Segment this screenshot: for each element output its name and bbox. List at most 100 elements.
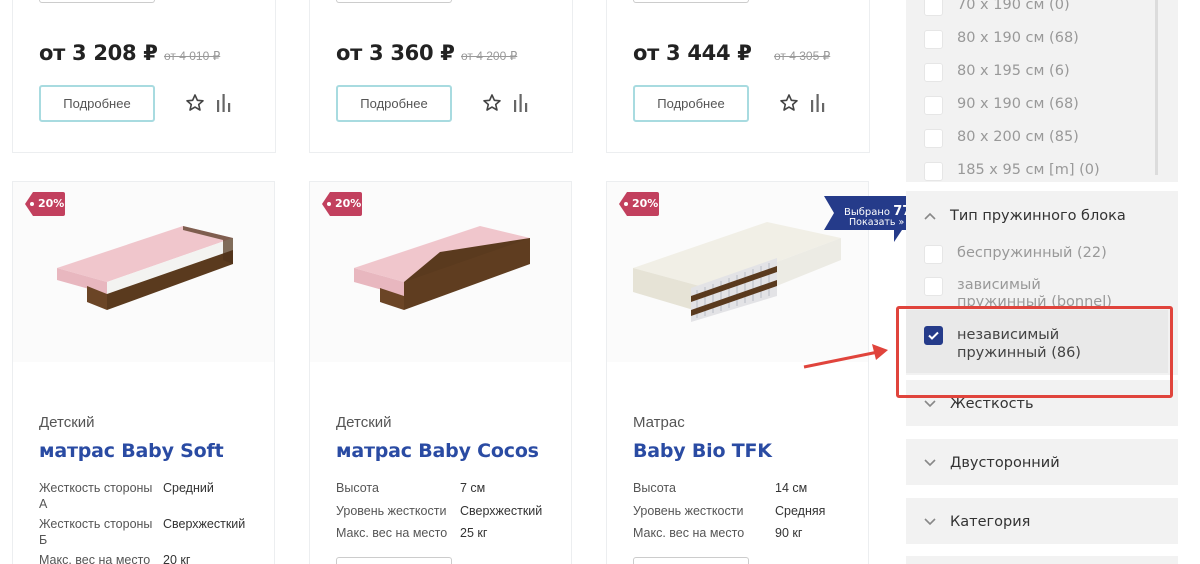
compare-icon[interactable]	[809, 93, 827, 113]
mattress-image	[57, 226, 233, 310]
filter-title: Двусторонний	[950, 455, 1060, 471]
spec-value: 25 кг	[460, 526, 488, 540]
filter-option-label: 185 x 95 см [m] (0)	[957, 162, 1100, 178]
button-stub	[39, 0, 155, 3]
product-title[interactable]: матрас Baby Soft	[39, 440, 224, 462]
price: от 3 444 ₽	[633, 41, 752, 65]
button-stub	[336, 0, 452, 3]
filter-header[interactable]: Жесткость	[924, 396, 1034, 412]
spec-key: Макс. вес на место	[633, 526, 745, 540]
filter-header[interactable]: Категория	[924, 514, 1030, 530]
old-price: от 4 200 ₽	[461, 49, 518, 63]
checkbox[interactable]	[924, 30, 943, 49]
filter-header[interactable]: Тип пружинного блока	[924, 208, 1126, 224]
size-filter-panel: 70 x 190 см (0) 80 x 190 см (68) 80 x 19…	[906, 0, 1178, 182]
product-category: Матрас	[633, 414, 685, 431]
mattress-image	[633, 222, 841, 322]
discount-badge: 20%	[619, 192, 659, 216]
button-stub	[633, 557, 749, 564]
filter-option-label: 80 x 200 см (85)	[957, 129, 1079, 145]
discount-badge: 20%	[322, 192, 362, 216]
product-card: от 3 208 ₽ от 4 010 ₽ Подробнее	[12, 0, 276, 153]
details-button[interactable]: Подробнее	[336, 85, 452, 122]
filter-panel-collapsed[interactable]: Двусторонний	[906, 439, 1178, 485]
price: от 3 208 ₽	[39, 41, 158, 65]
spec-value: Средний	[163, 481, 214, 495]
spec-value: 90 кг	[775, 526, 803, 540]
product-category: Детский	[39, 414, 95, 431]
filter-option[interactable]: 185 x 95 см [m] (0)	[924, 162, 1100, 181]
filter-title: Жесткость	[950, 396, 1034, 412]
filter-title: Категория	[950, 514, 1031, 530]
compare-icon[interactable]	[215, 93, 233, 113]
spec-key: Жесткость стороны А	[39, 481, 153, 511]
discount-label: 20%	[38, 197, 65, 210]
mattress-image	[354, 226, 530, 310]
filter-header[interactable]: Двусторонний	[924, 455, 1060, 471]
highlight-frame	[896, 306, 1173, 398]
show-results-ribbon[interactable]: Выбрано 77 Показать »	[824, 196, 918, 242]
button-stub	[336, 557, 452, 564]
spec-key: Высота	[633, 481, 676, 495]
show-results-link[interactable]: Показать »	[849, 217, 904, 228]
filter-option-label: беспружинный (22)	[957, 245, 1107, 261]
price: от 3 360 ₽	[336, 41, 455, 65]
spec-value: 14 см	[775, 481, 808, 495]
spec-key: Высота	[336, 481, 379, 495]
filter-option-label: 70 x 190 см (0)	[957, 0, 1070, 13]
chevron-down-icon	[924, 459, 936, 467]
filter-option[interactable]: 80 x 200 см (85)	[924, 129, 1079, 148]
compare-icon[interactable]	[512, 93, 530, 113]
checkbox[interactable]	[924, 277, 943, 296]
star-icon[interactable]	[185, 93, 205, 113]
spec-value: Сверхжесткий	[460, 503, 543, 518]
filter-option-label: 80 x 190 см (68)	[957, 30, 1079, 46]
checkbox[interactable]	[924, 162, 943, 181]
filter-title: Тип пружинного блока	[950, 208, 1126, 224]
spec-value: 7 см	[460, 481, 486, 495]
product-card[interactable]: 20% Детский матрас Baby Cocos Высота 7 с…	[309, 181, 572, 564]
catalog-page: от 3 208 ₽ от 4 010 ₽ Подробнее от 3 360…	[0, 0, 1200, 564]
arrow-annotation	[803, 344, 888, 369]
chevron-down-icon	[924, 518, 936, 526]
old-price: от 4 305 ₽	[774, 49, 831, 63]
star-icon[interactable]	[482, 93, 502, 113]
spec-key: Жесткость стороны Б	[39, 517, 153, 547]
button-stub	[633, 0, 749, 3]
filter-option[interactable]: 80 x 195 см (6)	[924, 63, 1070, 82]
filter-option[interactable]: беспружинный (22)	[924, 245, 1107, 264]
spec-key: Уровень жесткости	[633, 503, 744, 518]
spec-key: Макс. вес на место	[39, 553, 151, 564]
filter-panel-collapsed[interactable]: Категория	[906, 498, 1178, 544]
details-button[interactable]: Подробнее	[633, 85, 749, 122]
filter-option-label: 90 x 190 см (68)	[957, 96, 1079, 112]
checkbox[interactable]	[924, 245, 943, 264]
filter-option[interactable]: 70 x 190 см (0)	[924, 0, 1070, 16]
product-title[interactable]: матрас Baby Cocos	[336, 440, 539, 462]
checkbox[interactable]	[924, 129, 943, 148]
product-title[interactable]: Baby Bio TFK	[633, 440, 772, 462]
spec-key: Уровень жесткости	[336, 503, 447, 518]
chevron-down-icon	[924, 400, 936, 408]
checkbox[interactable]	[924, 63, 943, 82]
filter-option[interactable]: 80 x 190 см (68)	[924, 30, 1079, 49]
old-price: от 4 010 ₽	[164, 49, 221, 63]
spec-value: Сверхжесткий	[163, 517, 246, 531]
spec-value: Средняя	[775, 503, 826, 518]
discount-badge: 20%	[25, 192, 65, 216]
product-card: от 3 444 ₽ от 4 305 ₽ Подробнее	[606, 0, 870, 153]
product-card: от 3 360 ₽ от 4 200 ₽ Подробнее	[309, 0, 573, 153]
checkbox[interactable]	[924, 96, 943, 115]
discount-label: 20%	[632, 197, 659, 210]
details-button[interactable]: Подробнее	[39, 85, 155, 122]
spec-value: 20 кг	[163, 553, 191, 564]
scrollbar[interactable]	[1155, 0, 1158, 175]
filter-panel-collapsed	[906, 556, 1178, 564]
filter-option[interactable]: 90 x 190 см (68)	[924, 96, 1079, 115]
filter-option-label: 80 x 195 см (6)	[957, 63, 1070, 79]
chevron-up-icon	[924, 212, 936, 220]
spec-key: Макс. вес на место	[336, 526, 448, 540]
product-card[interactable]: 20% Детский матрас Baby Soft Жесткость с…	[12, 181, 275, 564]
star-icon[interactable]	[779, 93, 799, 113]
checkbox[interactable]	[924, 0, 943, 16]
